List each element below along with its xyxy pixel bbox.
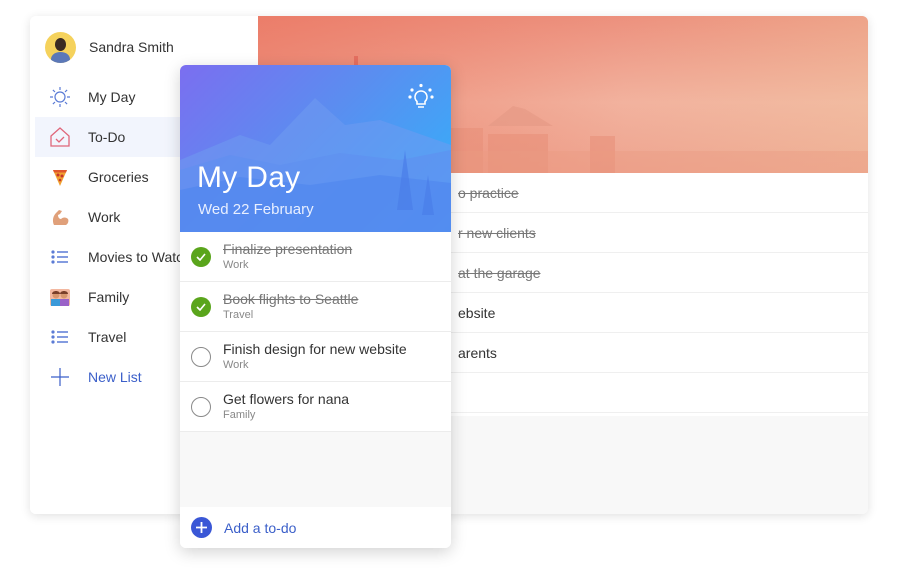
task-item[interactable]: Book flights to Seattle Travel	[180, 282, 451, 332]
task-title: Get flowers for nana	[223, 391, 350, 407]
add-todo-label: Add a to-do	[224, 519, 297, 536]
task-item[interactable]: Get flowers for nana Family	[180, 382, 451, 432]
sidebar-item-label: Family	[88, 289, 130, 305]
my-day-empty-area	[180, 432, 451, 508]
home-check-icon	[49, 126, 71, 148]
my-day-card: My Day Wed 22 February Finalize presenta…	[180, 65, 451, 548]
task-list-name: Work	[223, 359, 249, 371]
completed-checkbox[interactable]	[191, 296, 211, 317]
add-todo-button[interactable]: Add a to-do	[180, 507, 451, 548]
sidebar-item-label: My Day	[88, 89, 136, 105]
task-title: Finish design for new website	[223, 341, 407, 357]
task-list-name: Travel	[223, 309, 254, 321]
family-icon	[49, 286, 71, 308]
completed-checkbox[interactable]	[191, 246, 211, 267]
sidebar-item-label: Travel	[88, 329, 127, 345]
sidebar-item-label: Movies to Watch	[88, 249, 191, 265]
sidebar-item-label: Work	[88, 209, 121, 225]
list-icon	[49, 326, 71, 348]
plus-circle-icon	[191, 517, 212, 538]
task-title: Finalize presentation	[223, 241, 353, 257]
user-name: Sandra Smith	[89, 39, 174, 55]
my-day-header: My Day Wed 22 February	[180, 65, 451, 232]
user-profile[interactable]: Sandra Smith	[45, 31, 174, 63]
task-list-name: Family	[223, 409, 256, 421]
new-list-label: New List	[88, 369, 142, 385]
plus-icon	[49, 366, 71, 388]
list-icon	[49, 246, 71, 268]
my-day-date: Wed 22 February	[198, 201, 314, 218]
my-day-title: My Day	[197, 161, 301, 194]
task-title: Book flights to Seattle	[223, 291, 359, 307]
flexed-arm-icon	[49, 206, 71, 228]
avatar	[45, 31, 76, 63]
sun-icon	[49, 86, 71, 108]
task-item[interactable]: Finish design for new website Work	[180, 332, 451, 382]
sidebar-item-label: To-Do	[88, 129, 126, 145]
task-checkbox[interactable]	[191, 346, 211, 367]
task-list-name: Work	[223, 259, 249, 271]
sidebar-item-label: Groceries	[88, 169, 149, 185]
task-checkbox[interactable]	[191, 396, 211, 417]
pizza-icon	[49, 166, 71, 188]
task-item[interactable]: Finalize presentation Work	[180, 232, 451, 282]
lightbulb-icon[interactable]	[407, 83, 435, 111]
